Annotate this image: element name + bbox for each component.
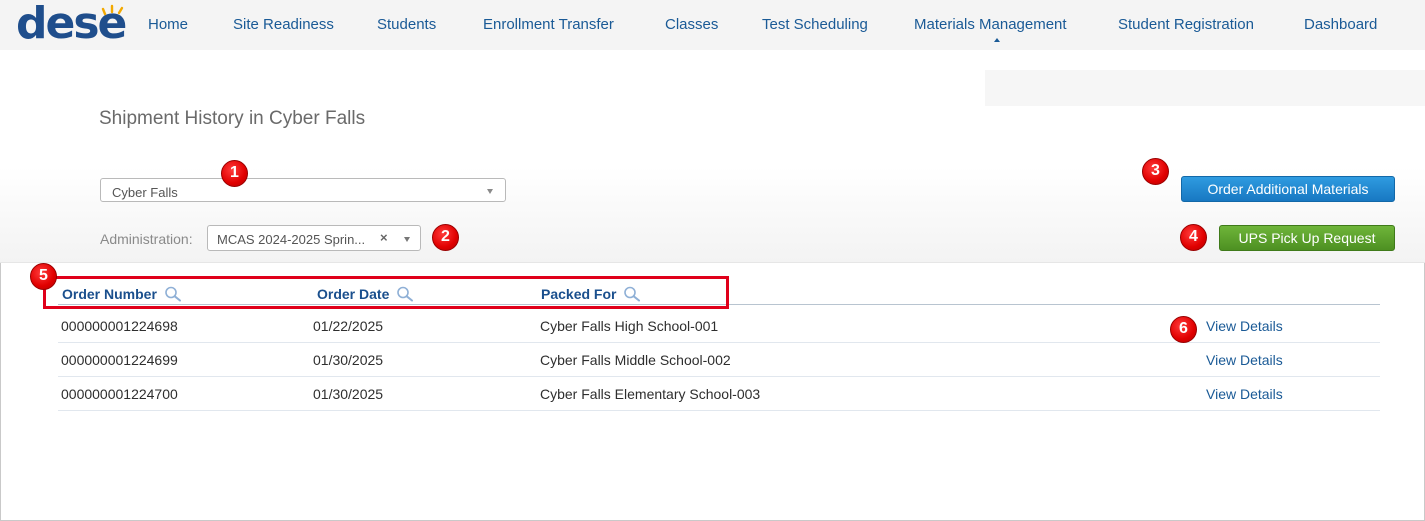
column-headers-highlight <box>43 276 729 309</box>
nav-home[interactable]: Home <box>148 16 188 33</box>
table-row: 000000001224699 01/30/2025 Cyber Falls M… <box>58 342 1380 377</box>
order-date-cell: 01/30/2025 <box>313 352 384 368</box>
annotation-marker-4: 4 <box>1180 224 1207 251</box>
order-number-cell: 000000001224699 <box>61 352 178 368</box>
annotation-marker-5: 5 <box>30 263 57 290</box>
nav-site-readiness[interactable]: Site Readiness <box>233 16 334 33</box>
district-select[interactable]: Cyber Falls <box>100 178 506 202</box>
administration-select-value: MCAS 2024-2025 Sprin... <box>217 232 366 247</box>
administration-label: Administration: <box>100 231 193 247</box>
view-details-link[interactable]: View Details <box>1206 386 1283 402</box>
packed-for-cell: Cyber Falls Elementary School-003 <box>540 386 761 402</box>
nav-materials-management[interactable]: Materials Management <box>914 16 1067 33</box>
administration-select[interactable]: MCAS 2024-2025 Sprin... × <box>207 225 421 251</box>
nav-student-registration[interactable]: Student Registration <box>1118 16 1254 33</box>
packed-for-cell: Cyber Falls Middle School-002 <box>540 352 731 368</box>
annotation-marker-1: 1 <box>221 160 248 187</box>
view-details-link[interactable]: View Details <box>1206 318 1283 334</box>
order-date-cell: 01/22/2025 <box>313 318 384 334</box>
annotation-marker-3: 3 <box>1142 158 1169 185</box>
nav-test-scheduling[interactable]: Test Scheduling <box>762 16 868 33</box>
clear-icon[interactable]: × <box>380 230 388 245</box>
packed-for-cell: Cyber Falls High School-001 <box>540 318 719 334</box>
order-number-cell: 000000001224698 <box>61 318 178 334</box>
nav-students[interactable]: Students <box>377 16 436 33</box>
chevron-down-icon <box>404 237 410 242</box>
table-row: 000000001224700 01/30/2025 Cyber Falls E… <box>58 376 1380 411</box>
nav-dashboard[interactable]: Dashboard <box>1304 16 1377 33</box>
district-select-value: Cyber Falls <box>112 185 178 200</box>
order-additional-materials-button[interactable]: Order Additional Materials <box>1181 176 1395 202</box>
annotation-marker-6: 6 <box>1170 316 1197 343</box>
header-shade <box>985 70 1425 106</box>
order-date-cell: 01/30/2025 <box>313 386 384 402</box>
ups-pickup-request-button[interactable]: UPS Pick Up Request <box>1219 225 1395 251</box>
annotation-marker-2: 2 <box>432 224 459 251</box>
logo-spark-icon <box>101 4 124 16</box>
nav-classes[interactable]: Classes <box>665 16 718 33</box>
page-title: Shipment History in Cyber Falls <box>99 108 366 129</box>
chevron-down-icon <box>487 189 493 194</box>
nav-enrollment-transfer[interactable]: Enrollment Transfer <box>483 16 614 33</box>
view-details-link[interactable]: View Details <box>1206 352 1283 368</box>
order-number-cell: 000000001224700 <box>61 386 178 402</box>
active-nav-indicator <box>994 38 1000 42</box>
top-nav: dese Home Site Readiness Students Enroll… <box>0 0 1425 51</box>
